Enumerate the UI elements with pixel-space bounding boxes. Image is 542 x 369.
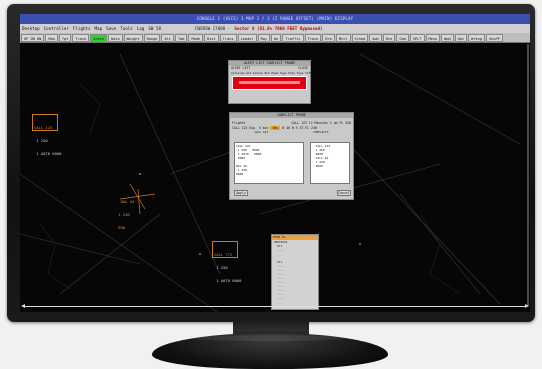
- target-info: 1 A070 0000: [34, 151, 62, 157]
- range-bar[interactable]: [20, 304, 530, 308]
- table-row[interactable]: 0000: [312, 164, 348, 168]
- target-highlight-box: [212, 241, 238, 258]
- alert-list-body[interactable]: [232, 76, 307, 90]
- target-highlight-box: [32, 114, 58, 131]
- target-callsign: DAL 44: [116, 198, 135, 204]
- conflict-probe-dialog[interactable]: CONFLICT PROBE Flights CALL 123 12 Minut…: [229, 112, 354, 200]
- table-row[interactable]: 0000: [236, 172, 302, 176]
- right-table-header: CONFLICTS: [313, 130, 329, 134]
- target-data-block[interactable]: DAL 44 1 240 B90: [116, 191, 134, 239]
- target-info: 1 A070 0000: [214, 278, 242, 284]
- range-right-arrow-icon[interactable]: [525, 304, 529, 308]
- ptl-side-panel[interactable]: PTRO P1 PREVIOUS PTL ---- PTL ---- ---- …: [271, 234, 319, 310]
- apply-button[interactable]: Apply: [234, 190, 248, 196]
- side-panel-list[interactable]: PREVIOUS PTL ---- PTL ---- ---- ---- ---…: [272, 240, 318, 300]
- conflict-table-headers: CALL 123 CONFLICTS: [230, 130, 353, 135]
- alert-selected-row[interactable]: [239, 81, 300, 84]
- radar-screen[interactable]: CONSOLE 1 (VSCS) 1 MAP 1 / 3 (2 RANGE OF…: [20, 14, 530, 312]
- right-scrollbar[interactable]: [527, 44, 529, 306]
- monitor-bezel: CONSOLE 1 (VSCS) 1 MAP 1 / 3 (2 RANGE OF…: [7, 4, 535, 322]
- target-altitude: 1 250: [34, 138, 48, 144]
- conflict-position: N 40 W 5 ST FL 240: [282, 125, 317, 130]
- alert-subtitle: ALERT LIST: [231, 66, 251, 70]
- range-line: [24, 306, 526, 307]
- cancel-button[interactable]: Cancel: [337, 190, 351, 196]
- target-altitude: 1 250: [214, 265, 228, 271]
- alert-list-dialog[interactable]: ALERT LIST CONFLICT PROBE ALERT LIST CLO…: [228, 60, 316, 104]
- target-info: B90: [116, 225, 126, 231]
- flight-table-right[interactable]: CALL 123 1 250 0000 CALL 44 1 240 0000: [310, 142, 350, 184]
- conflict-time-chip[interactable]: 30s: [270, 125, 281, 130]
- list-item[interactable]: ----: [272, 296, 318, 300]
- target-altitude: 1 240: [116, 212, 130, 218]
- alert-close-button[interactable]: CLOSE: [298, 66, 308, 71]
- flight-table-left[interactable]: CALL 123 1 250 0000 1 A070 0000 0000 DAL…: [234, 142, 304, 184]
- alert-columns: Callsign Alt Action Brk Head Type Fpln T…: [231, 70, 316, 75]
- left-table-header: CALL 123: [254, 130, 269, 134]
- stand-highlight: [190, 335, 350, 341]
- conflict-dialog-title: CONFLICT PROBE: [230, 113, 353, 118]
